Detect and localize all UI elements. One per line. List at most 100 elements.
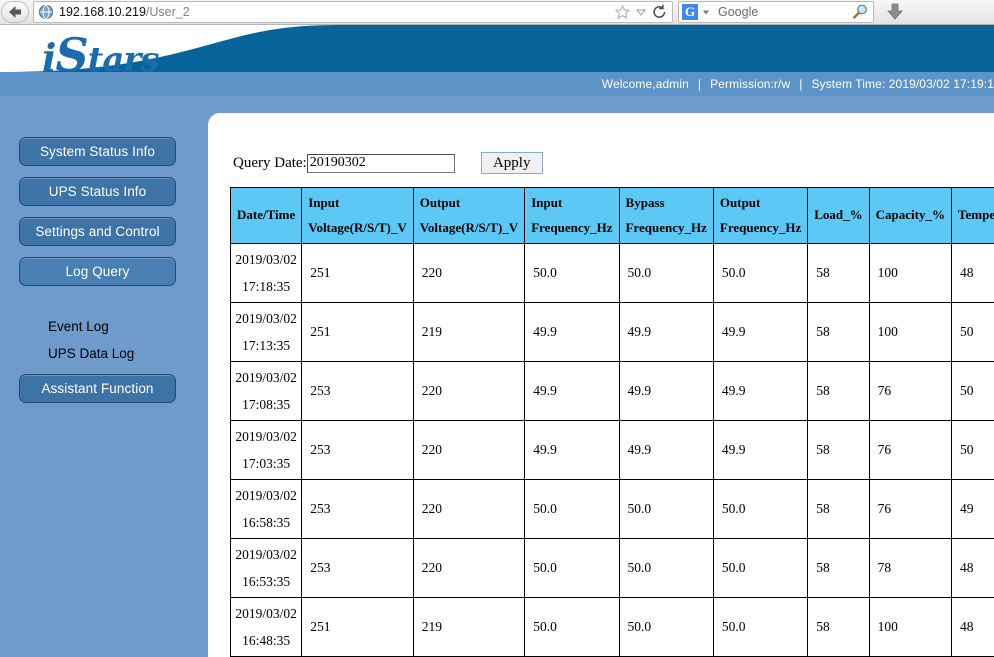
cell-input-frequency: 49.9 <box>524 420 620 480</box>
column-header-input-voltage[interactable]: Input Voltage(R/S/T)_V <box>301 187 414 244</box>
column-header-output-frequency[interactable]: Output Frequency_Hz <box>712 187 809 244</box>
cell-datetime: 2019/03/02 17:13:35 <box>229 302 303 362</box>
column-header-label: Temperature_°C <box>958 207 994 223</box>
cell-date: 2019/03/02 <box>235 606 297 621</box>
sidebar-sublink-ups-data-log[interactable]: UPS Data Log <box>48 346 134 361</box>
cell-time: 17:18:35 <box>242 279 291 294</box>
cell-temperature: 48 <box>951 597 994 657</box>
sidebar-item-system-status-info[interactable]: System Status Info <box>19 137 176 166</box>
column-header-label: Load_% <box>814 207 863 223</box>
url-host: 192.168.10.219 <box>59 5 146 19</box>
cell-input-voltage: 253 <box>301 538 414 598</box>
sidebar-sublink-label: UPS Data Log <box>48 346 135 361</box>
bookmark-star-icon[interactable] <box>614 4 631 20</box>
cell-datetime: 2019/03/02 16:48:35 <box>229 597 303 657</box>
search-bar[interactable]: G Google <box>678 1 874 23</box>
cell-input-voltage: 253 <box>301 420 414 480</box>
chevron-down-icon[interactable] <box>635 6 647 18</box>
cell-load: 58 <box>807 538 870 598</box>
column-header-load[interactable]: Load_% <box>807 187 870 244</box>
ups-data-log-table: Date/Time Input Voltage(R/S/T)_V Output … <box>229 187 994 657</box>
cell-capacity: 76 <box>868 479 953 539</box>
column-header-line1: Output <box>419 195 461 211</box>
query-controls: Query Date: Apply <box>233 152 543 174</box>
cell-output-voltage: 219 <box>412 597 526 657</box>
cell-load: 58 <box>807 361 870 421</box>
sidebar-item-label: System Status Info <box>39 144 156 159</box>
cell-temperature: 50 <box>951 361 994 421</box>
cell-output-frequency: 50.0 <box>712 243 809 303</box>
globe-icon <box>38 4 54 20</box>
cell-input-voltage: 251 <box>301 302 414 362</box>
cell-time: 17:08:35 <box>242 397 291 412</box>
sidebar-item-settings-and-control[interactable]: Settings and Control <box>19 217 176 246</box>
search-engine-chevron-down-icon[interactable] <box>701 7 711 17</box>
cell-bypass-frequency: 50.0 <box>618 538 714 598</box>
magnifier-icon[interactable] <box>850 3 870 21</box>
cell-input-frequency: 50.0 <box>524 538 620 598</box>
table-row[interactable]: 2019/03/02 16:48:35 251 219 50.0 50.0 50.0 58 10… <box>229 597 994 657</box>
back-button[interactable] <box>1 1 29 23</box>
cell-bypass-frequency: 50.0 <box>618 243 714 303</box>
table-row[interactable]: 2019/03/02 16:58:35 253 220 50.0 50.0 50.0 58 76… <box>229 479 994 539</box>
cell-time: 16:53:35 <box>242 574 291 589</box>
welcome-text: Welcome,admin <box>601 77 689 91</box>
apply-button[interactable]: Apply <box>480 152 543 174</box>
column-header-line1: Input <box>308 195 340 211</box>
column-header-capacity[interactable]: Capacity_% <box>868 187 953 244</box>
table-row[interactable]: 2019/03/02 17:03:35 253 220 49.9 49.9 49.9 58 76… <box>229 420 994 480</box>
cell-capacity: 100 <box>868 243 953 303</box>
table-row[interactable]: 2019/03/02 17:18:35 251 220 50.0 50.0 50.0 58 10… <box>229 243 994 303</box>
permission-text: Permission:r/w <box>710 77 791 91</box>
page-content: iStars Welcome,admin | Permission:r/w | … <box>0 25 994 657</box>
url-path: /User_2 <box>145 5 190 19</box>
cell-datetime: 2019/03/02 17:18:35 <box>229 243 303 303</box>
column-header-input-frequency[interactable]: Input Frequency_Hz <box>524 187 620 244</box>
sidebar-item-label: Assistant Function <box>41 381 154 396</box>
cell-input-voltage: 251 <box>301 597 414 657</box>
cell-output-frequency: 50.0 <box>712 597 809 657</box>
table-row[interactable]: 2019/03/02 17:08:35 253 220 49.9 49.9 49.9 58 76… <box>229 361 994 421</box>
cell-input-frequency: 50.0 <box>524 597 620 657</box>
column-header-bypass-frequency[interactable]: Bypass Frequency_Hz <box>618 187 714 244</box>
cell-date: 2019/03/02 <box>235 311 297 326</box>
sidebar-item-log-query[interactable]: Log Query <box>19 257 176 286</box>
main-region: System Status Info UPS Status Info Setti… <box>0 96 994 657</box>
cell-output-voltage: 220 <box>412 420 526 480</box>
cell-datetime: 2019/03/02 16:58:35 <box>229 479 303 539</box>
column-header-temperature[interactable]: Temperature_°C <box>951 187 994 244</box>
column-header-datetime[interactable]: Date/Time <box>229 187 303 244</box>
logo-i: i <box>42 35 56 72</box>
sidebar-item-label: Log Query <box>65 264 130 279</box>
sidebar-item-ups-status-info[interactable]: UPS Status Info <box>19 177 176 206</box>
site-banner: iStars <box>0 25 994 72</box>
cell-output-voltage: 220 <box>412 538 526 598</box>
column-header-line2: Frequency_Hz <box>719 219 802 235</box>
logo-tail: tars <box>87 40 160 72</box>
column-header-line2: Voltage(R/S/T)_V <box>419 219 519 235</box>
query-date-input[interactable] <box>306 153 455 173</box>
column-header-line1: Output <box>719 195 761 211</box>
column-header-label: Capacity_% <box>875 207 946 223</box>
cell-time: 17:13:35 <box>242 338 291 353</box>
cell-load: 58 <box>807 479 870 539</box>
cell-output-frequency: 50.0 <box>712 538 809 598</box>
column-header-line1: Bypass <box>625 195 665 211</box>
system-time-text: System Time: 2019/03/02 17:19:1 <box>811 77 994 91</box>
sidebar-sublink-label: Event Log <box>48 319 109 334</box>
back-arrow-icon <box>9 6 21 18</box>
reload-icon[interactable] <box>651 4 668 20</box>
download-button[interactable] <box>882 1 908 23</box>
search-input[interactable]: Google <box>718 5 758 19</box>
column-header-output-voltage[interactable]: Output Voltage(R/S/T)_V <box>412 187 526 244</box>
table-row[interactable]: 2019/03/02 16:53:35 253 220 50.0 50.0 50.0 58 78… <box>229 538 994 598</box>
cell-capacity: 100 <box>868 597 953 657</box>
sidebar-item-assistant-function[interactable]: Assistant Function <box>19 374 176 403</box>
sidebar-sublink-event-log[interactable]: Event Log <box>48 319 109 334</box>
table-row[interactable]: 2019/03/02 17:13:35 251 219 49.9 49.9 49.9 58 10… <box>229 302 994 362</box>
search-engine-icon[interactable]: G <box>682 4 698 20</box>
cell-date: 2019/03/02 <box>235 488 297 503</box>
cell-bypass-frequency: 50.0 <box>618 597 714 657</box>
address-bar[interactable]: 192.168.10.219/User_2 <box>33 1 673 23</box>
cell-output-voltage: 219 <box>412 302 526 362</box>
